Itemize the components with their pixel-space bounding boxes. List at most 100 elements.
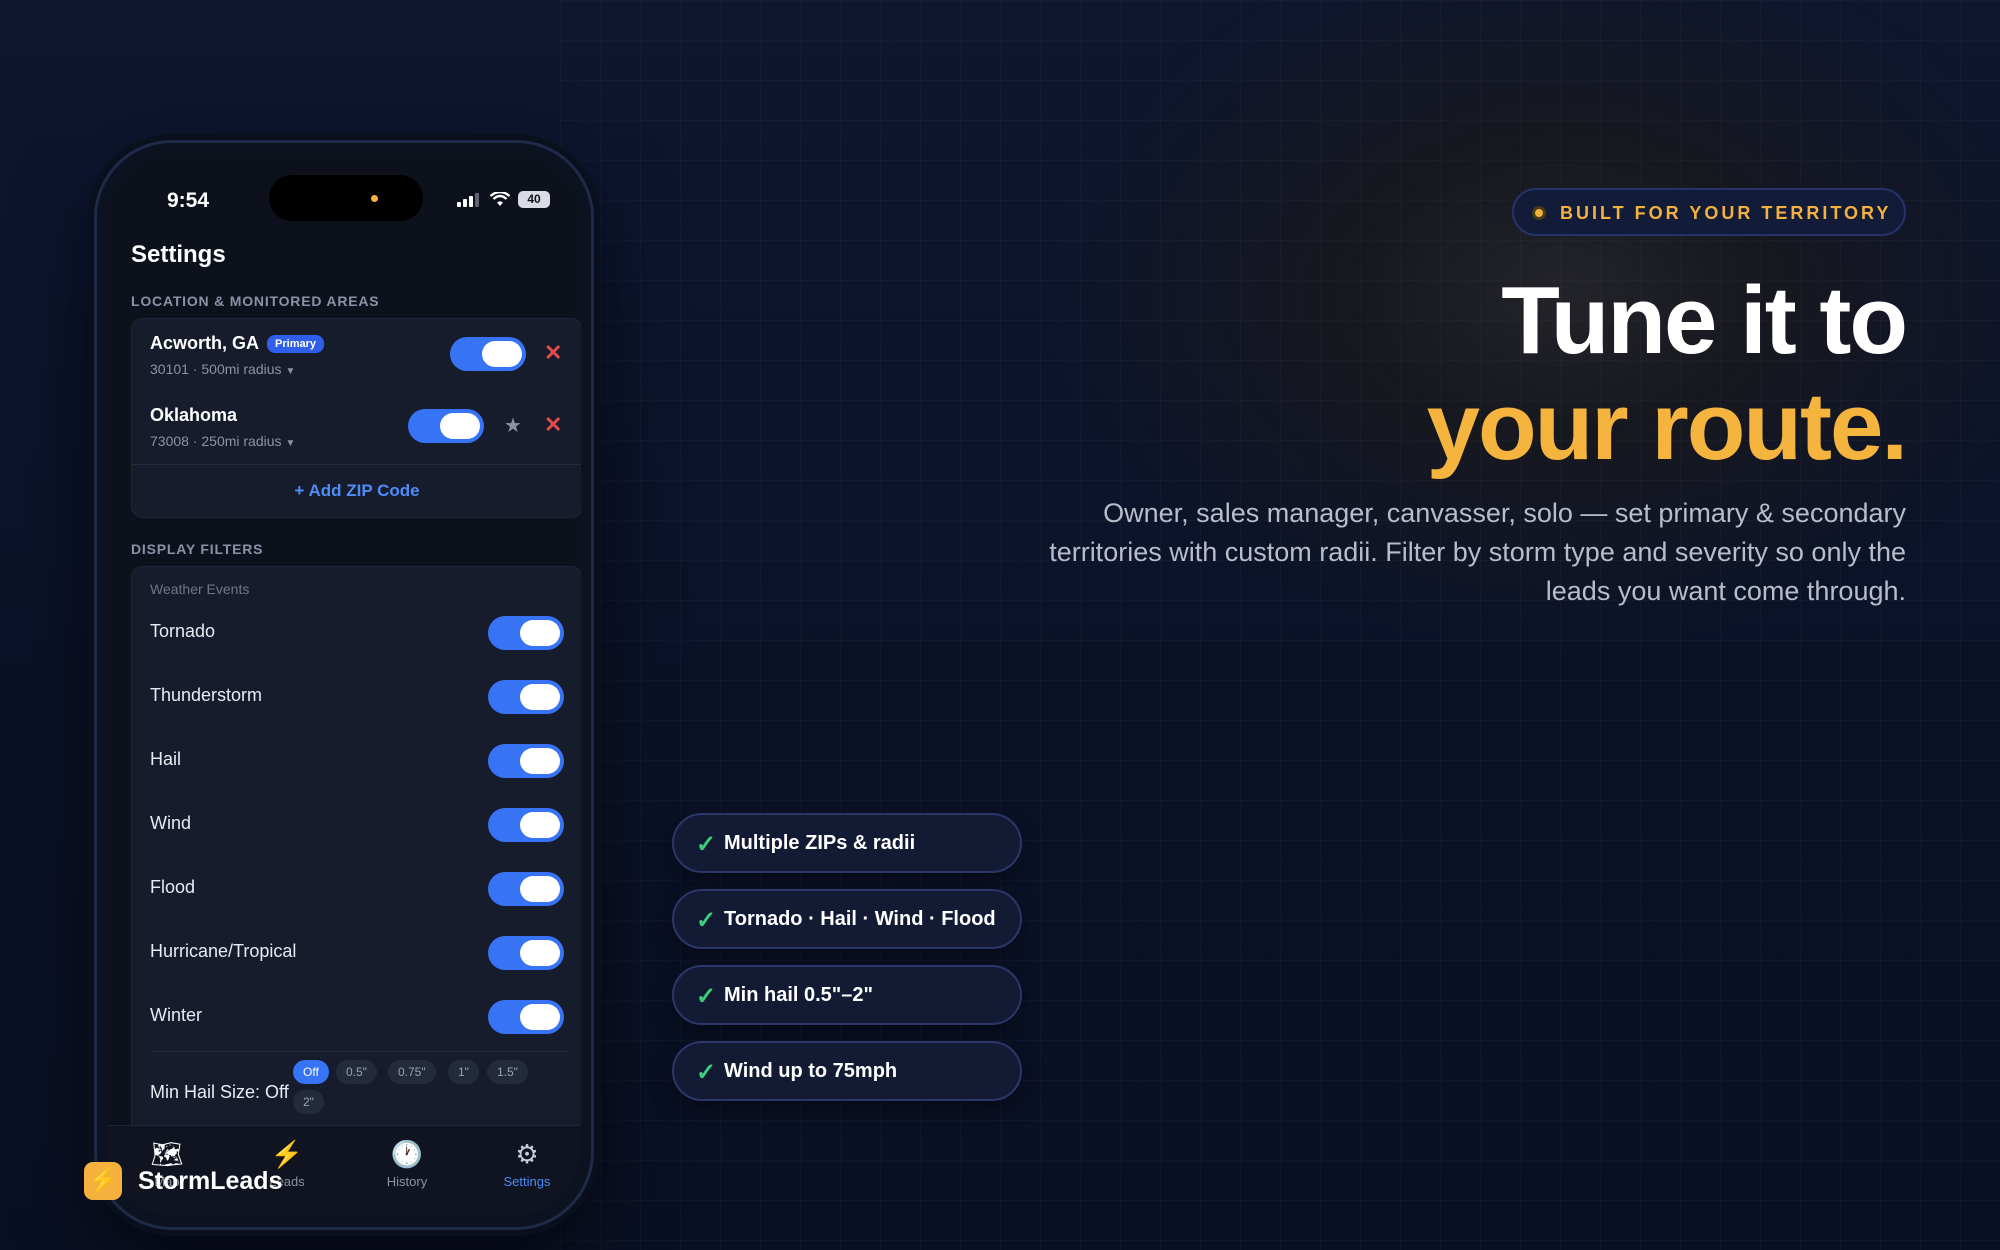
divider <box>132 464 581 465</box>
hail-chip-2[interactable]: 2" <box>293 1090 324 1114</box>
section-label-locations: LOCATION & MONITORED AREAS <box>131 293 380 309</box>
toggle-knob <box>482 341 522 367</box>
location-name: Acworth, GA Primary <box>150 333 324 354</box>
filter-toggle[interactable] <box>488 616 564 650</box>
camera-indicator <box>371 195 378 202</box>
filters-sub-label: Weather Events <box>150 581 250 597</box>
subcopy: Owner, sales manager, canvasser, solo — … <box>1049 498 1906 606</box>
remove-location-icon[interactable]: ✕ <box>544 412 562 438</box>
filter-row-wind[interactable]: Wind <box>132 793 581 857</box>
bolt-icon: ⚡ <box>84 1162 122 1200</box>
headline-line-2: your route. <box>1426 373 1908 480</box>
filter-label: Hail <box>150 749 182 769</box>
toggle-knob <box>520 620 560 646</box>
location-toggle[interactable] <box>450 337 526 371</box>
headline: Tune it to your route. <box>1426 267 1908 480</box>
location-toggle[interactable] <box>408 409 484 443</box>
chevron-down-icon: ▼ <box>285 438 296 449</box>
filter-label: Tornado <box>150 621 216 641</box>
hail-chip-off[interactable]: Off <box>293 1060 329 1084</box>
map-icon: 🗺 <box>150 1139 184 1169</box>
location-row[interactable]: Oklahoma 73008 · 250mi radius ▼ ★ ✕ <box>132 391 581 461</box>
add-zip-code-button[interactable]: + Add ZIP Code <box>132 481 581 501</box>
check-icon: ✓ <box>696 907 717 934</box>
filter-label: Flood <box>150 877 196 897</box>
min-hail-size-label: Min Hail Size: Off <box>150 1082 289 1102</box>
filter-toggle[interactable] <box>488 680 564 714</box>
toggle-knob <box>520 812 560 838</box>
clock-icon: 🕐 <box>390 1139 424 1169</box>
check-icon: ✓ <box>696 1059 717 1086</box>
filter-row-tornado[interactable]: Tornado <box>132 601 581 665</box>
filter-label: Thunderstorm <box>150 685 263 705</box>
toggle-knob <box>520 748 560 774</box>
filter-row-hurricane[interactable]: Hurricane/Tropical <box>132 921 581 985</box>
set-primary-star-icon[interactable]: ★ <box>504 413 522 438</box>
hail-chip-1[interactable]: 1" <box>448 1060 479 1084</box>
feature-text: Tornado · Hail · Wind · Flood <box>724 908 996 930</box>
signal-icon <box>457 193 483 207</box>
feature-pill: ✓ Multiple ZIPs & radii <box>672 813 1022 873</box>
toggle-knob <box>520 1004 560 1030</box>
toggle-knob <box>520 684 560 710</box>
status-time: 9:54 <box>167 189 210 212</box>
location-row[interactable]: Acworth, GA Primary 30101 · 500mi radius ▼… <box>132 319 581 389</box>
filter-toggle[interactable] <box>488 1000 564 1034</box>
tab-settings[interactable]: ⚙ Settings <box>467 1138 581 1189</box>
filter-row-thunderstorm[interactable]: Thunderstorm <box>132 665 581 729</box>
remove-location-icon[interactable]: ✕ <box>544 340 562 366</box>
tab-history[interactable]: 🕐 History <box>347 1138 467 1189</box>
feature-text: Multiple ZIPs & radii <box>724 832 916 854</box>
filter-label: Wind <box>150 813 192 833</box>
location-detail-text: 30101 · 500mi radius <box>150 361 282 377</box>
locations-card: Acworth, GA Primary 30101 · 500mi radius ▼… <box>131 318 581 518</box>
filter-row-flood[interactable]: Flood <box>132 857 581 921</box>
phone-screen: 9:54 40 Settings LOCATION & MONITORED AR… <box>107 153 581 1217</box>
tab-label: Settings <box>503 1174 551 1189</box>
toggle-knob <box>520 940 560 966</box>
chevron-down-icon: ▼ <box>285 366 296 377</box>
dynamic-island <box>269 175 423 221</box>
toggle-knob <box>440 413 480 439</box>
filter-label: Winter <box>150 1005 203 1025</box>
filter-row-winter[interactable]: Winter <box>132 985 581 1049</box>
bolt-icon: ⚡ <box>270 1139 304 1169</box>
divider <box>150 1051 566 1052</box>
filter-toggle[interactable] <box>488 808 564 842</box>
phone-mockup: 9:54 40 Settings LOCATION & MONITORED AR… <box>94 140 594 1230</box>
dot-icon <box>1532 206 1546 220</box>
gear-icon: ⚙ <box>515 1139 539 1169</box>
feature-pill: ✓ Wind up to 75mph <box>672 1041 1022 1101</box>
headline-line-1: Tune it to <box>1501 267 1908 374</box>
pill-text: BUILT FOR YOUR TERRITORY <box>1560 203 1892 223</box>
brand-name: StormLeads <box>138 1167 283 1195</box>
hail-chip-0-75[interactable]: 0.75" <box>388 1060 436 1084</box>
filters-card: Weather Events Tornado Thunderstorm Hail… <box>131 566 581 1136</box>
wifi-icon <box>489 190 511 212</box>
feature-pill: ✓ Min hail 0.5"–2" <box>672 965 1022 1025</box>
location-detail-text: 73008 · 250mi radius <box>150 433 282 449</box>
feature-pill: ✓ Tornado · Hail · Wind · Flood <box>672 889 1022 949</box>
hail-chip-1-5[interactable]: 1.5" <box>487 1060 528 1084</box>
filter-row-hail[interactable]: Hail <box>132 729 581 793</box>
filter-toggle[interactable] <box>488 872 564 906</box>
filter-toggle[interactable] <box>488 744 564 778</box>
filter-toggle[interactable] <box>488 936 564 970</box>
toggle-knob <box>520 876 560 902</box>
hail-chip-0-5[interactable]: 0.5" <box>336 1060 377 1084</box>
feature-text: Wind up to 75mph <box>724 1060 898 1082</box>
location-name-text: Acworth, GA <box>150 333 260 353</box>
location-name-text: Oklahoma <box>150 405 238 425</box>
location-detail[interactable]: 73008 · 250mi radius ▼ <box>150 433 295 449</box>
tab-label: History <box>386 1174 428 1189</box>
screen-title: Settings <box>131 241 226 268</box>
status-bar: 9:54 40 <box>107 153 581 223</box>
primary-badge: Primary <box>267 335 324 353</box>
feature-text: Min hail 0.5"–2" <box>724 984 874 1006</box>
check-icon: ✓ <box>696 983 717 1010</box>
section-label-filters: DISPLAY FILTERS <box>131 541 264 557</box>
check-icon: ✓ <box>696 831 717 858</box>
filter-label: Hurricane/Tropical <box>150 941 297 961</box>
location-detail[interactable]: 30101 · 500mi radius ▼ <box>150 361 295 377</box>
battery-icon: 40 <box>518 191 550 208</box>
